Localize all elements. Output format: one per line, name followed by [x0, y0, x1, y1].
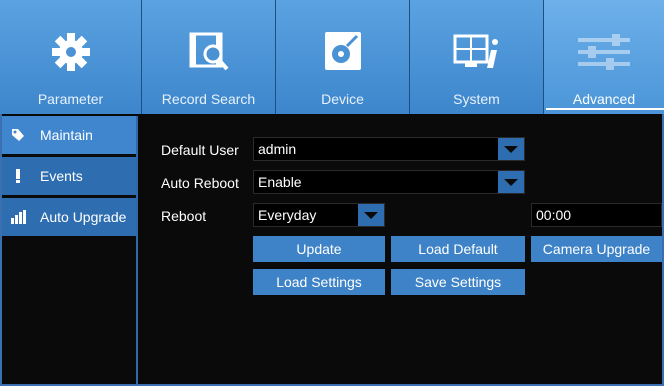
- system-icon: [453, 34, 498, 68]
- tab-label: Device: [321, 91, 364, 107]
- wrench-icon: [10, 127, 32, 143]
- reboot-time-input[interactable]: 00:00: [531, 203, 662, 227]
- gear-icon: [51, 33, 90, 71]
- main-tab-bar: Parameter Record Search Device System Ad…: [0, 0, 664, 114]
- sidebar-item-label: Auto Upgrade: [40, 209, 127, 225]
- sidebar-item-maintain[interactable]: Maintain: [2, 116, 136, 154]
- record-search-icon: [189, 32, 228, 71]
- reboot-frequency-select[interactable]: Everyday: [253, 203, 385, 227]
- sidebar-item-auto-upgrade[interactable]: Auto Upgrade: [2, 198, 136, 236]
- maintain-panel: Default User admin Auto Reboot Enable Re…: [140, 116, 662, 384]
- load-default-button[interactable]: Load Default: [391, 236, 525, 262]
- tab-parameter[interactable]: Parameter: [0, 0, 142, 114]
- active-tab-underline: [546, 108, 664, 110]
- tab-record-search[interactable]: Record Search: [142, 0, 276, 114]
- tab-system[interactable]: System: [410, 0, 544, 114]
- update-button[interactable]: Update: [253, 236, 385, 262]
- chevron-down-icon[interactable]: [498, 138, 524, 160]
- auto-reboot-label: Auto Reboot: [161, 175, 239, 191]
- save-settings-button[interactable]: Save Settings: [391, 269, 525, 295]
- tab-label: Parameter: [37, 91, 104, 107]
- load-settings-button[interactable]: Load Settings: [253, 269, 385, 295]
- signal-bars-icon: [10, 209, 32, 225]
- tab-label: Record Search: [161, 91, 256, 107]
- auto-reboot-value: Enable: [258, 174, 302, 190]
- default-user-select[interactable]: admin: [253, 137, 525, 161]
- sidebar-item-label: Maintain: [40, 127, 93, 143]
- tab-device[interactable]: Device: [276, 0, 410, 114]
- tab-advanced[interactable]: Advanced: [544, 0, 664, 114]
- device-icon: [324, 32, 361, 70]
- sliders-icon: [578, 34, 630, 70]
- tab-label: System: [453, 91, 500, 107]
- default-user-label: Default User: [161, 142, 239, 158]
- auto-reboot-select[interactable]: Enable: [253, 170, 525, 194]
- chevron-down-icon[interactable]: [498, 171, 524, 193]
- default-user-value: admin: [258, 141, 297, 157]
- reboot-time-value: 00:00: [536, 207, 572, 223]
- reboot-frequency-value: Everyday: [258, 207, 317, 223]
- camera-upgrade-button[interactable]: Camera Upgrade: [531, 236, 662, 262]
- sidebar: Maintain Events Auto Upgrade: [2, 116, 138, 384]
- sidebar-item-label: Events: [40, 168, 83, 184]
- sidebar-item-events[interactable]: Events: [2, 157, 136, 195]
- chevron-down-icon[interactable]: [358, 204, 384, 226]
- exclamation-icon: [10, 168, 32, 184]
- tab-label: Advanced: [572, 91, 636, 107]
- reboot-label: Reboot: [161, 208, 207, 224]
